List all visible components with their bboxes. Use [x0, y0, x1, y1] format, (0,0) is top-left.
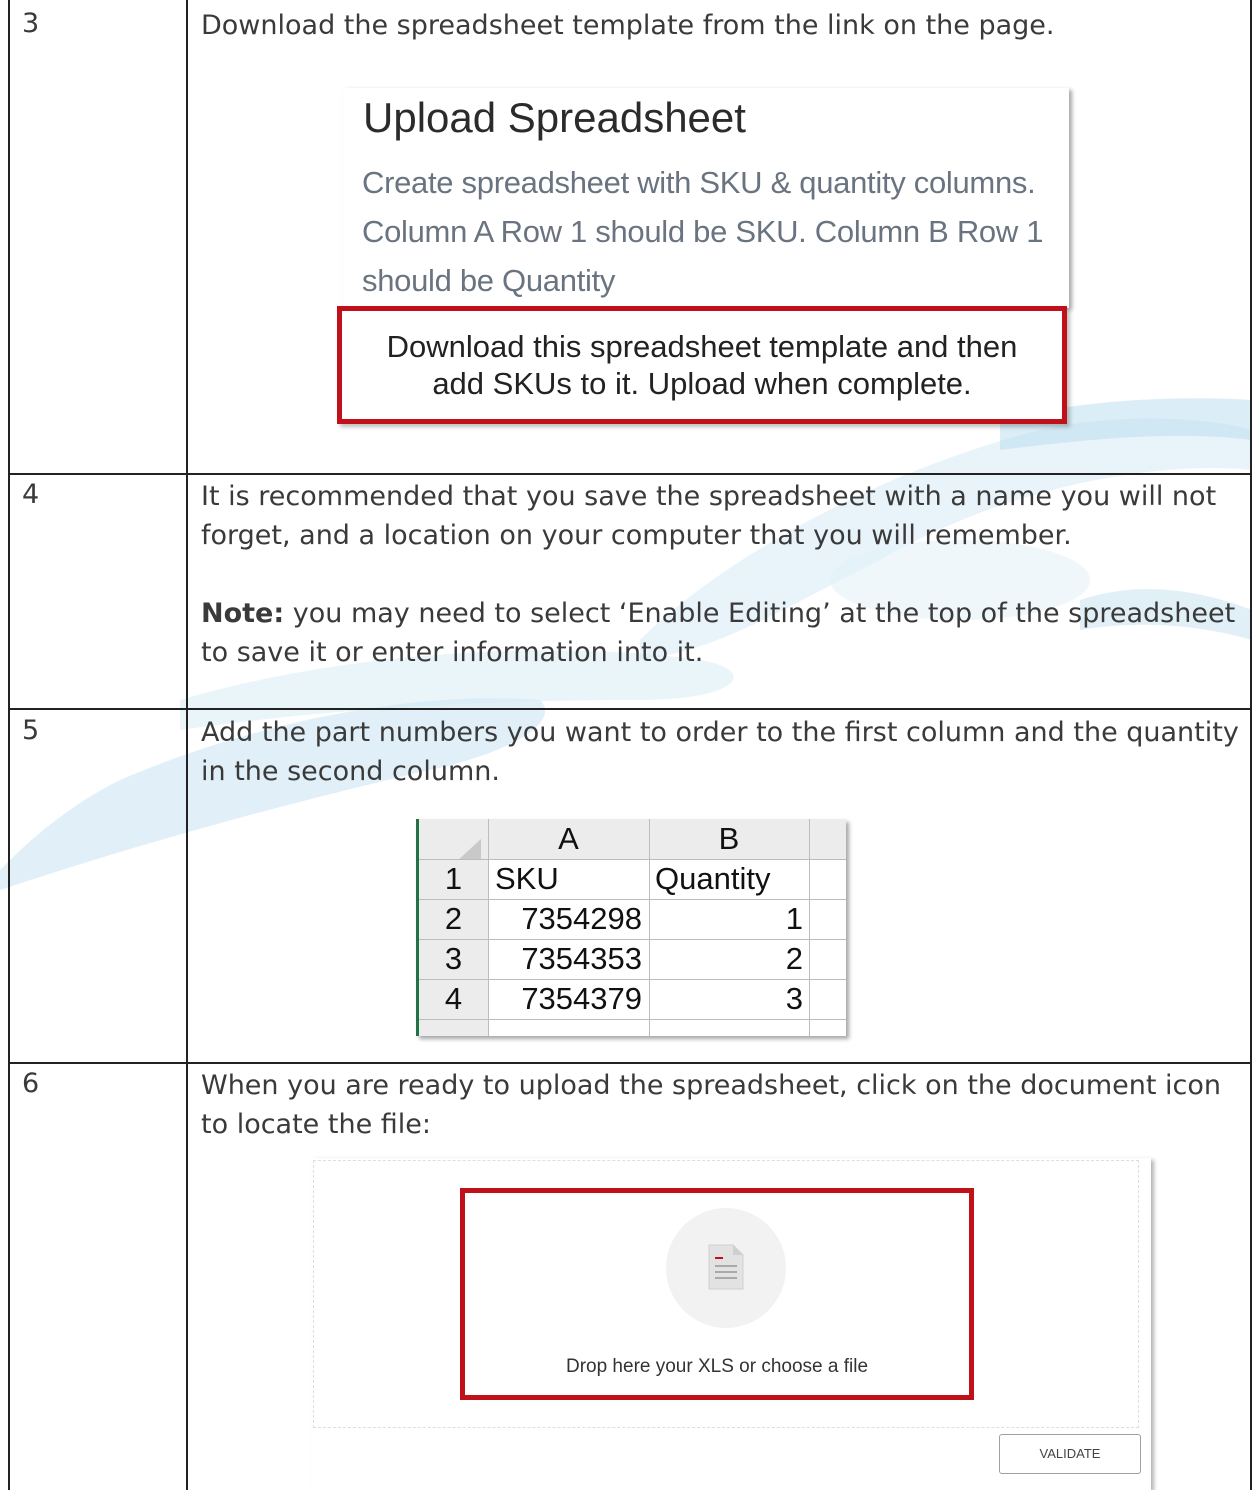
cell-a3: 7354353 [521, 941, 642, 976]
cell-a4: 7354379 [521, 981, 642, 1016]
drop-label: Drop here your XLS or choose a file [565, 1356, 869, 1377]
row-header: 2 [419, 899, 488, 939]
download-text-line2: add SKUs to it. Upload when complete. [432, 366, 972, 401]
step-text: When you are ready to upload the spreads… [201, 1070, 1222, 1140]
step-text: Download the spreadsheet template from t… [201, 10, 1055, 41]
select-all-triangle-icon [457, 839, 481, 861]
row-header [419, 1019, 488, 1036]
step-number: 3 [22, 8, 40, 39]
note-text: you may need to select ‘Enable Editing’ … [201, 598, 1236, 668]
note-label: Note: [201, 598, 285, 629]
download-text-line1: Download this spreadsheet template and t… [386, 329, 1018, 364]
row-header: 1 [419, 859, 488, 899]
document-icon-button[interactable] [666, 1208, 786, 1328]
validate-button[interactable]: VALIDATE [999, 1434, 1141, 1474]
cell-b3: 2 [785, 941, 803, 976]
spreadsheet-example: A B 1 2 3 4 SKU Quantity 7354298 1 73543… [416, 819, 846, 1036]
cell-b2: 1 [785, 901, 803, 936]
upload-description: Create spreadsheet with SKU & quantity c… [362, 165, 1044, 298]
row-header: 3 [419, 939, 488, 979]
step-number: 5 [22, 715, 40, 746]
document-icon [708, 1244, 744, 1290]
step-text-main: It is recommended that you save the spre… [201, 481, 1217, 551]
gridline [419, 899, 846, 900]
cell-b4: 3 [785, 981, 803, 1016]
column-header-a: A [488, 819, 649, 859]
gridline [419, 859, 846, 860]
column-header-extra [809, 819, 846, 859]
step-number: 6 [22, 1068, 40, 1099]
row-divider [8, 708, 1252, 710]
gridline [488, 819, 489, 1036]
cell-a1: SKU [495, 861, 559, 896]
cell-b1: Quantity [655, 861, 771, 896]
gridline [649, 819, 650, 1036]
gridline [419, 979, 846, 980]
column-header-b: B [649, 819, 809, 859]
gridline [419, 1019, 846, 1020]
step-note: Note: you may need to select ‘Enable Edi… [201, 594, 1241, 672]
table-column-divider [186, 0, 188, 1490]
step-text: Add the part numbers you want to order t… [201, 717, 1239, 787]
upload-spreadsheet-panel: Upload Spreadsheet Create spreadsheet wi… [343, 88, 1069, 308]
gridline [809, 819, 810, 1036]
gridline [419, 939, 846, 940]
row-divider [8, 473, 1252, 475]
download-template-link[interactable]: Download this spreadsheet template and t… [337, 306, 1067, 424]
cell-a2: 7354298 [521, 901, 642, 936]
row-divider [8, 1062, 1252, 1064]
upload-title: Upload Spreadsheet [363, 94, 746, 141]
table-border-left [8, 0, 10, 1490]
step-text: It is recommended that you save the spre… [201, 477, 1241, 672]
row-header: 4 [419, 979, 488, 1019]
step-number: 4 [22, 479, 40, 510]
